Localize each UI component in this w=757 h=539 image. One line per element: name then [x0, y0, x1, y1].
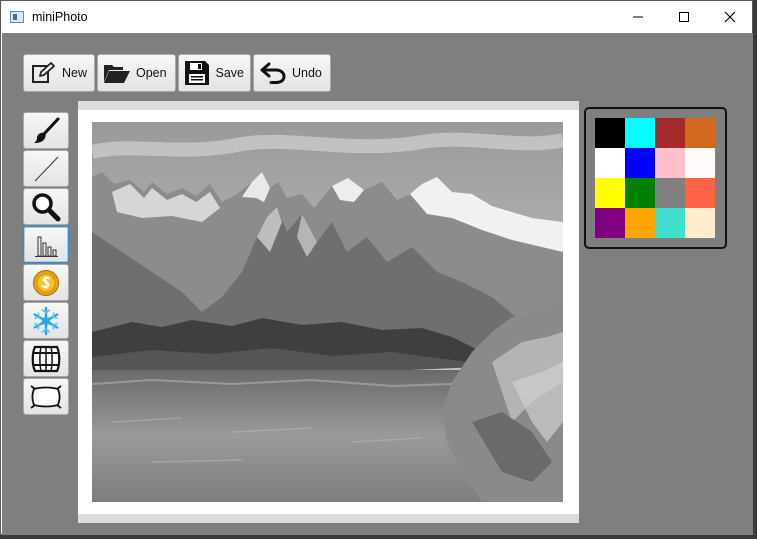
app-icon [10, 11, 24, 23]
minimize-button[interactable] [615, 1, 661, 33]
color-swatch[interactable] [655, 118, 685, 148]
maximize-button[interactable] [661, 1, 707, 33]
color-swatch[interactable] [625, 178, 655, 208]
open-button[interactable]: Open [97, 54, 176, 92]
color-swatch[interactable] [685, 118, 715, 148]
snowflake-icon [33, 306, 59, 335]
color-swatch[interactable] [655, 178, 685, 208]
color-swatch[interactable] [595, 118, 625, 148]
zoom-tool-button[interactable] [23, 188, 69, 225]
color-swatch[interactable] [655, 208, 685, 238]
frame-icon [30, 384, 62, 409]
title-bar[interactable]: miniPhoto [1, 1, 752, 33]
minimize-icon [633, 16, 643, 18]
color-swatch[interactable] [625, 148, 655, 178]
undo-button[interactable]: Undo [253, 54, 331, 92]
frame-tool-button[interactable] [23, 378, 69, 415]
color-palette [584, 107, 727, 249]
line-icon [34, 156, 59, 181]
color-swatch[interactable] [595, 208, 625, 238]
color-swatch[interactable] [685, 178, 715, 208]
color-swatch[interactable] [595, 178, 625, 208]
folder-open-icon [103, 59, 131, 87]
window-title: miniPhoto [32, 10, 88, 24]
client-area: New Open Save Undo [2, 33, 753, 535]
close-button[interactable] [707, 1, 753, 33]
barrel-tool-button[interactable] [23, 340, 69, 377]
floppy-disk-icon [184, 59, 211, 87]
histogram-icon [35, 236, 58, 257]
histogram-tool-button[interactable] [23, 226, 69, 263]
magnifier-icon [32, 192, 61, 221]
new-label: New [62, 66, 88, 80]
brush-icon [34, 117, 60, 143]
color-swatch[interactable] [625, 208, 655, 238]
coin-icon [32, 269, 60, 296]
freeze-tool-button[interactable] [23, 302, 69, 339]
line-tool-button[interactable] [23, 150, 69, 187]
edit-icon [29, 59, 57, 87]
save-button[interactable]: Save [178, 54, 251, 92]
color-swatch[interactable] [685, 208, 715, 238]
save-label: Save [215, 66, 245, 80]
close-icon [724, 11, 736, 23]
canvas-top-band [78, 101, 579, 110]
color-swatch[interactable] [685, 148, 715, 178]
maximize-icon [679, 12, 689, 22]
color-swatch[interactable] [625, 118, 655, 148]
canvas-area[interactable] [78, 101, 579, 523]
color-swatch[interactable] [655, 148, 685, 178]
new-button[interactable]: New [23, 54, 95, 92]
brush-tool-button[interactable] [23, 112, 69, 149]
app-window: miniPhoto New Open Save Undo [0, 0, 753, 535]
canvas-image[interactable] [92, 122, 563, 502]
barrel-icon [31, 345, 61, 372]
coin-tool-button[interactable] [23, 264, 69, 301]
undo-arrow-icon [259, 59, 287, 87]
open-label: Open [136, 66, 167, 80]
color-swatch[interactable] [595, 148, 625, 178]
undo-label: Undo [292, 66, 322, 80]
canvas-bottom-band [78, 514, 579, 523]
